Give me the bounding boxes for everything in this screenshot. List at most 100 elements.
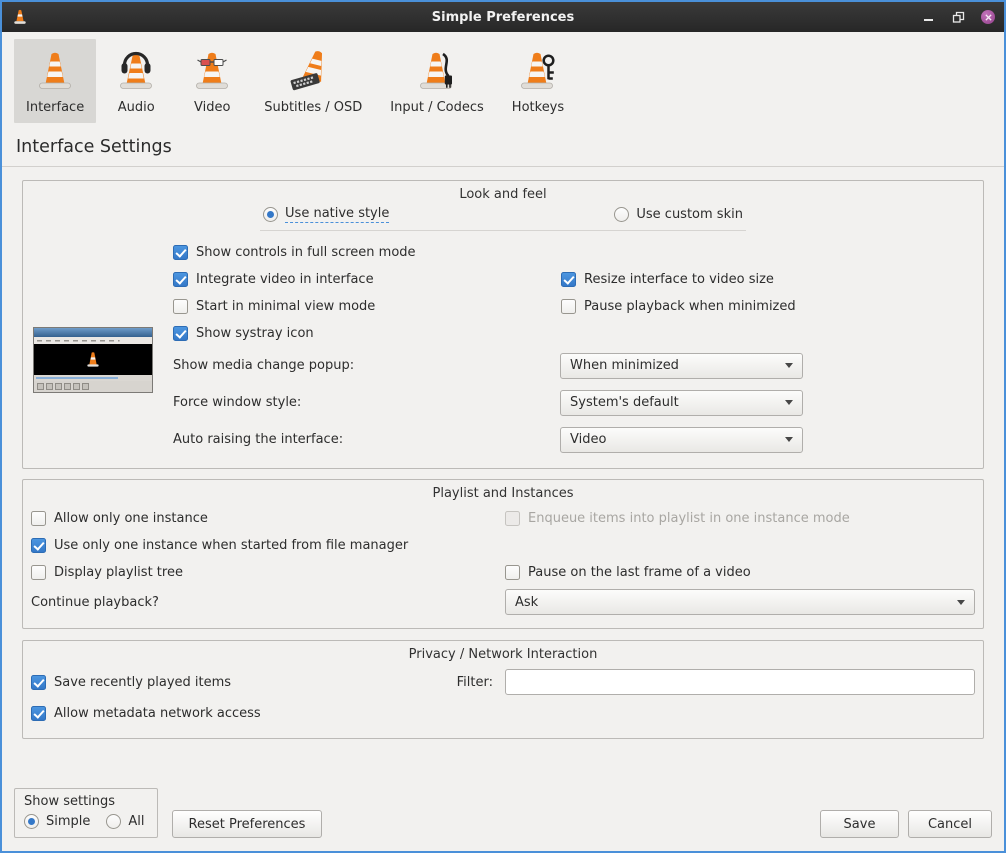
checkbox-allow-one-instance[interactable]: Allow only one instance — [31, 505, 208, 532]
checkbox-one-instance-file-manager[interactable]: Use only one instance when started from … — [31, 532, 408, 559]
checkbox-systray-icon[interactable]: Show systray icon — [173, 320, 561, 347]
checkbox-label: Allow only one instance — [54, 511, 208, 526]
tab-label: Audio — [118, 100, 155, 115]
group-title: Playlist and Instances — [31, 486, 975, 501]
window-title: Simple Preferences — [2, 10, 1004, 25]
hotkeys-cone-icon — [514, 47, 562, 95]
headphones-cone-icon — [112, 47, 160, 95]
tab-interface[interactable]: Interface — [14, 39, 96, 123]
close-button[interactable] — [980, 9, 996, 25]
chevron-down-icon — [957, 600, 965, 605]
checkbox-indicator — [561, 299, 576, 314]
select-label: Auto raising the interface: — [173, 432, 560, 447]
checkbox-indicator — [505, 565, 520, 580]
tab-video[interactable]: Video — [176, 39, 248, 123]
video-cone-icon — [188, 47, 236, 95]
show-settings-title: Show settings — [24, 794, 145, 809]
tab-label: Hotkeys — [512, 100, 564, 115]
tab-audio[interactable]: Audio — [100, 39, 172, 123]
select-value: System's default — [570, 395, 679, 410]
media-change-popup-select[interactable]: When minimized — [560, 353, 803, 379]
continue-playback-label: Continue playback? — [31, 595, 159, 610]
force-window-style-select[interactable]: System's default — [560, 390, 803, 416]
checkbox-resize-interface[interactable]: Resize interface to video size — [561, 266, 796, 293]
checkbox-indicator — [561, 272, 576, 287]
radio-use-native-style[interactable]: Use native style — [263, 206, 389, 223]
radio-use-custom-skin[interactable]: Use custom skin — [614, 206, 743, 223]
tab-input-codecs[interactable]: Input / Codecs — [378, 39, 496, 123]
checkbox-label: Resize interface to video size — [584, 272, 774, 287]
checkbox-label: Start in minimal view mode — [196, 299, 375, 314]
checkbox-label: Allow metadata network access — [54, 706, 261, 721]
checkbox-pause-when-minimized[interactable]: Pause playback when minimized — [561, 293, 796, 320]
look-and-feel-group: Look and feel Use native style Use custo… — [22, 180, 984, 469]
checkbox-label: Pause playback when minimized — [584, 299, 796, 314]
minimize-button[interactable] — [920, 9, 936, 25]
checkbox-indicator — [173, 326, 188, 341]
checkbox-indicator — [31, 565, 46, 580]
checkbox-label: Show controls in full screen mode — [196, 245, 416, 260]
radio-label: All — [128, 814, 144, 829]
tab-label: Subtitles / OSD — [264, 100, 362, 115]
playlist-instances-group: Playlist and Instances Allow only one in… — [22, 479, 984, 629]
preview-video-area — [34, 344, 152, 375]
select-value: Ask — [515, 595, 538, 610]
vlc-preview-thumbnail — [33, 327, 153, 393]
look-and-feel-options: Show controls in full screen mode Integr… — [173, 239, 975, 458]
preview-menubar — [34, 337, 152, 344]
checkbox-label: Display playlist tree — [54, 565, 183, 580]
tab-label: Input / Codecs — [390, 100, 484, 115]
checkbox-save-recent-items[interactable]: Save recently played items — [31, 669, 457, 696]
preview-seekbar — [34, 375, 152, 381]
auto-raising-row: Auto raising the interface: Video — [173, 421, 975, 458]
preview-controls — [34, 381, 152, 392]
page-title: Interface Settings — [16, 137, 1004, 157]
checkbox-minimal-view[interactable]: Start in minimal view mode — [173, 293, 561, 320]
input-codecs-cone-icon — [413, 47, 461, 95]
radio-indicator — [263, 207, 278, 222]
select-value: Video — [570, 432, 606, 447]
continue-playback-select[interactable]: Ask — [505, 589, 975, 615]
tab-hotkeys[interactable]: Hotkeys — [500, 39, 576, 123]
auto-raising-select[interactable]: Video — [560, 427, 803, 453]
radio-indicator — [24, 814, 39, 829]
group-title: Look and feel — [31, 187, 975, 202]
empty-cell — [505, 532, 975, 559]
checkbox-indicator — [31, 675, 46, 690]
checkbox-metadata-network-access[interactable]: Allow metadata network access — [31, 700, 261, 727]
save-button[interactable]: Save — [820, 810, 899, 838]
chevron-down-icon — [785, 437, 793, 442]
checkbox-indicator — [31, 511, 46, 526]
category-toolbar: Interface Audio — [2, 32, 1004, 126]
titlebar: Simple Preferences — [2, 2, 1004, 32]
cancel-button[interactable]: Cancel — [908, 810, 992, 838]
checkbox-indicator — [173, 245, 188, 260]
chevron-down-icon — [785, 400, 793, 405]
checkbox-indicator — [173, 299, 188, 314]
checkbox-label: Pause on the last frame of a video — [528, 565, 751, 580]
reset-preferences-button[interactable]: Reset Preferences — [172, 810, 323, 838]
show-settings-group: Show settings Simple All — [14, 788, 158, 838]
radio-settings-simple[interactable]: Simple — [24, 814, 90, 829]
subtitles-cone-icon — [289, 47, 337, 95]
footer: Show settings Simple All Reset Preferenc… — [2, 788, 1004, 851]
preview-cone-icon — [85, 350, 101, 370]
minimize-icon — [924, 19, 933, 21]
tab-label: Interface — [26, 100, 84, 115]
media-change-popup-row: Show media change popup: When minimized — [173, 347, 975, 384]
restore-button[interactable] — [950, 9, 966, 25]
restore-icon — [952, 11, 965, 24]
radio-label: Use custom skin — [636, 207, 743, 222]
checkbox-integrate-video[interactable]: Integrate video in interface — [173, 266, 561, 293]
checkbox-show-fullscreen-controls[interactable]: Show controls in full screen mode — [173, 239, 561, 266]
filter-input[interactable] — [505, 669, 975, 695]
checkbox-pause-last-frame[interactable]: Pause on the last frame of a video — [505, 559, 751, 586]
style-radio-row: Use native style Use custom skin — [31, 206, 975, 231]
radio-settings-all[interactable]: All — [106, 814, 144, 829]
tab-subtitles-osd[interactable]: Subtitles / OSD — [252, 39, 374, 123]
privacy-network-group: Privacy / Network Interaction Save recen… — [22, 640, 984, 739]
checkbox-label: Show systray icon — [196, 326, 314, 341]
checkbox-display-playlist-tree[interactable]: Display playlist tree — [31, 559, 183, 586]
radio-label: Use native style — [285, 206, 389, 223]
simple-preferences-window: Simple Preferences — [0, 0, 1006, 853]
